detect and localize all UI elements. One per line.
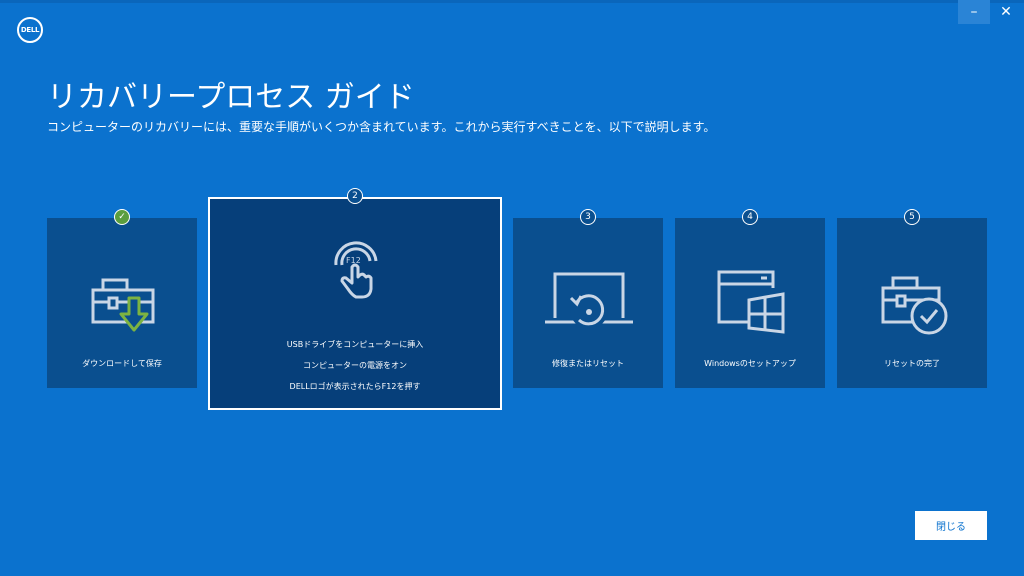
page-subtitle: コンピューターのリカバリーには、重要な手順がいくつか含まれています。これから実行… [47,120,716,134]
instruction-line-3: DELLロゴが表示されたらF12を押す [289,382,421,391]
step-card-5: リセットの完了 [837,218,987,388]
instruction-line-1: USBドライブをコンピューターに挿入 [286,340,424,349]
dell-logo: DELL [17,17,43,43]
step-badge-4: 4 [742,209,758,225]
step-card-3: 修復またはリセット [513,218,663,388]
windows-setup-icon [717,270,785,334]
step-label: Windowsのセットアップ [704,359,796,368]
step-label: ダウンロードして保存 [82,359,162,368]
close-window-button[interactable]: ✕ [990,0,1022,24]
laptop-reset-icon [545,272,633,329]
step-label: 修復またはリセット [552,359,624,368]
top-strip [0,0,1024,3]
instruction-line-2: コンピューターの電源をオン [303,361,407,370]
step-card-1: ダウンロードして保存 [47,218,197,388]
minimize-button[interactable]: – [958,0,990,24]
close-button[interactable]: 閉じる [915,511,987,540]
step-badge-done: ✓ [114,209,130,225]
step-badge-2: 2 [347,188,363,204]
toolbox-download-icon [91,278,155,332]
step-badge-5: 5 [904,209,920,225]
tap-f12-icon: F12 [334,241,378,299]
toolbox-check-icon [881,276,948,335]
page-title: リカバリープロセス ガイド [47,80,415,115]
step-badge-3: 3 [580,209,596,225]
step-card-2: F12 USBドライブをコンピューターに挿入 コンピューターの電源をオン DEL… [208,197,502,410]
f12-text: F12 [346,256,361,265]
step-card-4: Windowsのセットアップ [675,218,825,388]
step-label: リセットの完了 [884,359,940,368]
